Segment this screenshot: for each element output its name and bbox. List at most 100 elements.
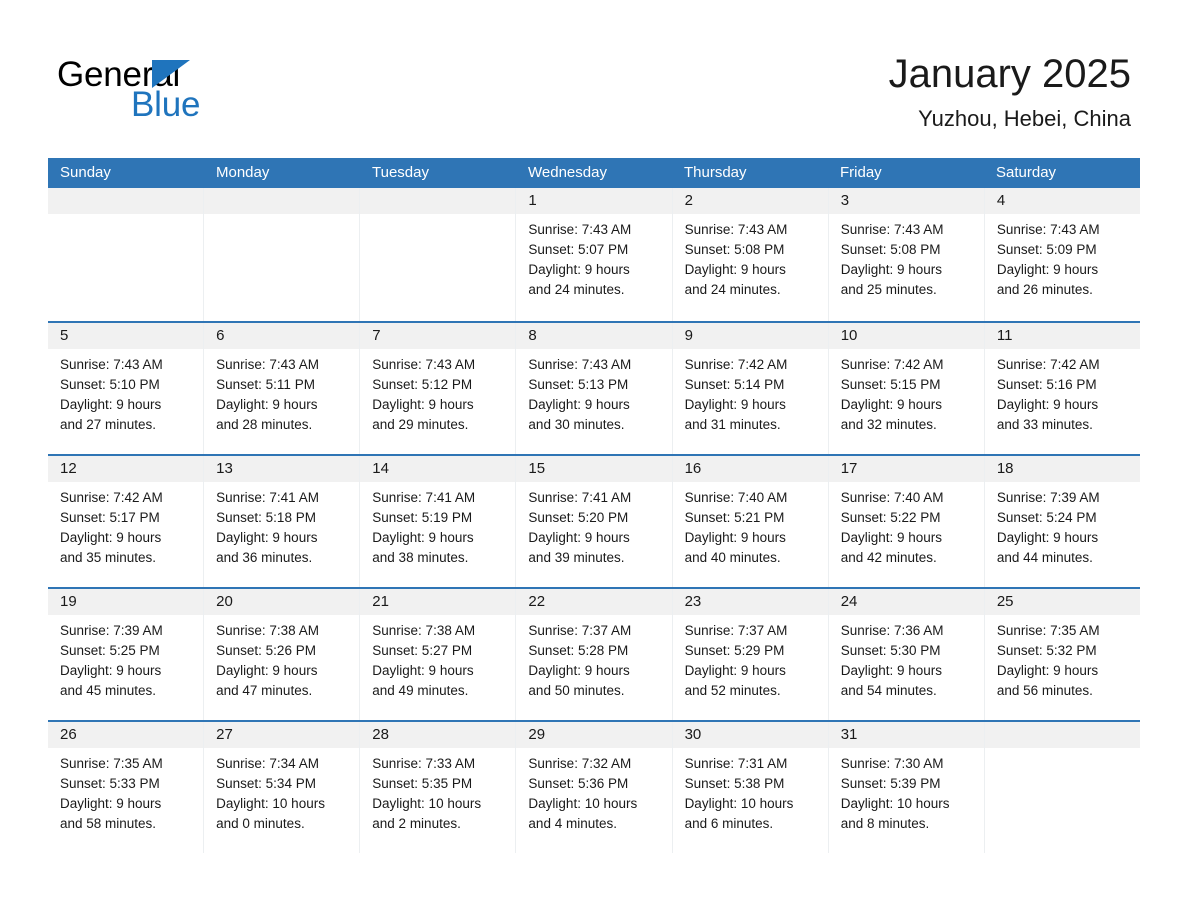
day-sun-info: Sunrise: 7:35 AM Sunset: 5:32 PM Daylight:… [985,615,1140,701]
day-info-line: Daylight: 9 hours [528,663,630,678]
calendar-day-cell[interactable]: 15 Sunrise: 7:41 AM Sunset: 5:20 PM Dayligh… [516,456,673,587]
calendar-day-cell[interactable]: 1 Sunrise: 7:43 AM Sunset: 5:07 PM Daylight… [516,188,673,321]
day-sun-info: Sunrise: 7:43 AM Sunset: 5:13 PM Daylight:… [516,349,671,435]
day-of-week-header-wednesday: Wednesday [528,164,607,181]
calendar-week-row: 5 Sunrise: 7:43 AM Sunset: 5:10 PM Daylight… [48,321,1140,454]
day-number-band: 1 [516,188,672,214]
day-sun-info: Sunrise: 7:34 AM Sunset: 5:34 PM Daylight:… [204,748,359,834]
day-info-line: and 45 minutes. [60,683,157,698]
day-sun-info: Sunrise: 7:41 AM Sunset: 5:19 PM Daylight:… [360,482,515,568]
day-sun-info: Sunrise: 7:37 AM Sunset: 5:28 PM Daylight:… [516,615,671,701]
day-info-line: Sunrise: 7:43 AM [684,222,788,237]
day-info-line: Sunrise: 7:41 AM [528,490,632,505]
day-number: 24 [840,593,858,610]
calendar-day-cell[interactable]: 19 Sunrise: 7:39 AM Sunset: 5:25 PM Dayligh… [48,589,205,720]
calendar-day-cell[interactable]: 22 Sunrise: 7:37 AM Sunset: 5:28 PM Dayligh… [516,589,673,720]
calendar-day-cell[interactable]: 5 Sunrise: 7:43 AM Sunset: 5:10 PM Daylight… [48,323,205,454]
day-sun-info: Sunrise: 7:42 AM Sunset: 5:16 PM Daylight:… [985,349,1140,435]
day-info-line: Sunrise: 7:42 AM [840,357,944,372]
day-number-band: 13 [204,456,360,482]
day-number: 14 [372,460,389,477]
calendar-day-cell[interactable]: 10 Sunrise: 7:42 AM Sunset: 5:15 PM Dayligh… [828,323,985,454]
calendar-day-cell[interactable]: 9 Sunrise: 7:42 AM Sunset: 5:14 PM Daylight… [672,323,829,454]
calendar-day-cell[interactable]: 25 Sunrise: 7:35 AM Sunset: 5:32 PM Dayligh… [984,589,1140,720]
calendar-day-cell[interactable]: 24 Sunrise: 7:36 AM Sunset: 5:30 PM Dayligh… [828,589,985,720]
day-info-line: Sunset: 5:32 PM [996,643,1097,658]
day-info-line: and 35 minutes. [60,550,157,565]
day-info-line: and 2 minutes. [372,816,461,831]
day-number: 13 [216,460,233,477]
day-sun-info: Sunrise: 7:39 AM Sunset: 5:25 PM Daylight:… [48,615,203,701]
calendar-day-cell[interactable]: 4 Sunrise: 7:43 AM Sunset: 5:09 PM Daylight… [984,188,1140,321]
general-blue-logo[interactable]: General Blue [57,55,357,130]
day-info-line: Daylight: 9 hours [528,530,630,545]
calendar-day-cell[interactable]: 31 Sunrise: 7:30 AM Sunset: 5:39 PM Dayligh… [828,722,985,853]
day-info-line: Sunrise: 7:36 AM [840,623,944,638]
day-info-line: Daylight: 9 hours [840,530,943,545]
calendar-day-cell[interactable]: 17 Sunrise: 7:40 AM Sunset: 5:22 PM Dayligh… [828,456,985,587]
calendar-day-cell[interactable]: 6 Sunrise: 7:43 AM Sunset: 5:11 PM Daylight… [204,323,361,454]
day-number: 11 [996,327,1013,344]
day-of-week-header-tuesday: Tuesday [372,164,429,181]
day-number-band: 2 [672,188,828,214]
day-number: 31 [840,726,858,743]
day-sun-info: Sunrise: 7:42 AM Sunset: 5:17 PM Daylight:… [48,482,203,568]
day-info-line: Sunset: 5:24 PM [996,510,1097,525]
calendar-day-cell[interactable]: 14 Sunrise: 7:41 AM Sunset: 5:19 PM Dayligh… [360,456,517,587]
day-info-line: Daylight: 9 hours [372,530,474,545]
day-info-line: and 38 minutes. [372,550,469,565]
day-number: 25 [996,593,1014,610]
calendar-day-cell[interactable]: 23 Sunrise: 7:37 AM Sunset: 5:29 PM Dayligh… [672,589,829,720]
calendar-day-cell[interactable]: 27 Sunrise: 7:34 AM Sunset: 5:34 PM Dayligh… [204,722,361,853]
calendar-day-cell[interactable]: 18 Sunrise: 7:39 AM Sunset: 5:24 PM Dayligh… [984,456,1140,587]
day-of-week-header-monday: Monday [216,164,270,181]
calendar-day-cell[interactable]: 26 Sunrise: 7:35 AM Sunset: 5:33 PM Dayligh… [48,722,205,853]
calendar-day-cell[interactable]: 13 Sunrise: 7:41 AM Sunset: 5:18 PM Dayligh… [204,456,361,587]
day-number-band: 22 [516,589,672,615]
day-number: 8 [528,327,537,344]
day-info-line: and 6 minutes. [684,816,774,831]
day-sun-info: Sunrise: 7:32 AM Sunset: 5:36 PM Daylight:… [516,748,671,834]
day-info-line: Sunset: 5:36 PM [528,776,629,791]
calendar-day-cell[interactable]: 30 Sunrise: 7:31 AM Sunset: 5:38 PM Dayligh… [672,722,829,853]
day-number-band: 10 [828,323,984,349]
calendar-day-cell[interactable]: 29 Sunrise: 7:32 AM Sunset: 5:36 PM Dayligh… [516,722,673,853]
day-info-line: Daylight: 9 hours [372,397,474,412]
calendar-day-cell[interactable]: 20 Sunrise: 7:38 AM Sunset: 5:26 PM Dayligh… [204,589,361,720]
calendar-week-row: 19 Sunrise: 7:39 AM Sunset: 5:25 PM Dayligh… [48,587,1140,720]
day-info-line: Daylight: 9 hours [840,397,943,412]
day-number-band [204,188,360,214]
day-sun-info: Sunrise: 7:42 AM Sunset: 5:15 PM Daylight:… [829,349,984,435]
day-info-line: Sunset: 5:16 PM [996,377,1097,392]
calendar-day-cell[interactable]: 8 Sunrise: 7:43 AM Sunset: 5:13 PM Daylight… [516,323,673,454]
calendar-day-cell[interactable]: 2 Sunrise: 7:43 AM Sunset: 5:08 PM Daylight… [672,188,829,321]
day-number-band: 17 [828,456,984,482]
day-number-band: 25 [984,589,1140,615]
logo-text-blue: Blue [131,85,201,124]
calendar-day-cell[interactable]: 28 Sunrise: 7:33 AM Sunset: 5:35 PM Dayligh… [360,722,517,853]
day-info-line: and 0 minutes. [216,816,305,831]
calendar-day-cell[interactable]: 11 Sunrise: 7:42 AM Sunset: 5:16 PM Dayligh… [984,323,1140,454]
day-info-line: Daylight: 9 hours [216,530,318,545]
day-number: 17 [840,460,858,477]
calendar-day-cell[interactable]: 16 Sunrise: 7:40 AM Sunset: 5:21 PM Dayligh… [672,456,829,587]
calendar-day-cell[interactable]: 3 Sunrise: 7:43 AM Sunset: 5:08 PM Daylight… [828,188,985,321]
triangle-icon [152,60,190,88]
day-number-band: 20 [204,589,360,615]
day-number-band: 27 [204,722,360,748]
day-info-line: Sunrise: 7:43 AM [840,222,944,237]
day-number: 28 [372,726,389,743]
calendar-day-cell[interactable]: 21 Sunrise: 7:38 AM Sunset: 5:27 PM Dayligh… [360,589,517,720]
day-info-line: Sunrise: 7:42 AM [684,357,788,372]
calendar-day-cell[interactable]: 7 Sunrise: 7:43 AM Sunset: 5:12 PM Daylight… [360,323,517,454]
day-number: 16 [684,460,702,477]
day-info-line: Sunset: 5:09 PM [996,242,1097,257]
calendar-day-cell[interactable]: 12 Sunrise: 7:42 AM Sunset: 5:17 PM Dayligh… [48,456,205,587]
day-info-line: and 50 minutes. [528,683,625,698]
day-info-line: Daylight: 10 hours [528,796,638,811]
day-number-band: 9 [672,323,828,349]
day-sun-info: Sunrise: 7:42 AM Sunset: 5:14 PM Daylight:… [673,349,828,435]
calendar-week-row: 12 Sunrise: 7:42 AM Sunset: 5:17 PM Dayligh… [48,454,1140,587]
day-of-week-header-sunday: Sunday [60,164,111,181]
day-info-line: Sunrise: 7:39 AM [60,623,163,638]
